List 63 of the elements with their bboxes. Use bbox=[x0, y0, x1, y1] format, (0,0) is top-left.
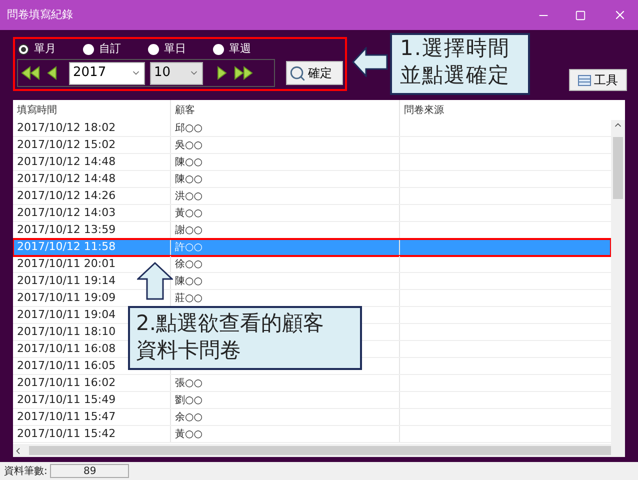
table-cell: 許○○ bbox=[171, 239, 400, 256]
record-count-label: 資料筆數: bbox=[4, 464, 48, 478]
table-cell: 劉○○ bbox=[171, 392, 400, 408]
table-cell: 陳○○ bbox=[171, 171, 400, 187]
table-cell: 陳○○ bbox=[171, 154, 400, 170]
table-cell: 2017/10/12 18:02 bbox=[13, 120, 171, 136]
double-right-arrow-icon[interactable] bbox=[234, 65, 254, 81]
table-row[interactable]: 2017/10/12 14:26 洪○○ bbox=[13, 188, 611, 205]
left-arrow-callout-icon bbox=[352, 47, 388, 77]
maximize-icon[interactable] bbox=[575, 10, 586, 20]
left-arrow-icon[interactable] bbox=[46, 65, 58, 81]
period-radio[interactable]: 單日 bbox=[148, 40, 213, 58]
table-cell: 吳○○ bbox=[171, 137, 400, 153]
table-row[interactable]: 2017/10/12 14:03 黃○○ bbox=[13, 205, 611, 222]
period-radio[interactable]: 自訂 bbox=[83, 40, 148, 58]
scrollbar-thumb[interactable] bbox=[613, 137, 623, 199]
list-icon bbox=[578, 74, 591, 86]
up-arrow-callout-icon bbox=[137, 262, 173, 300]
table-cell: 2017/10/12 14:48 bbox=[13, 171, 171, 187]
table-row[interactable]: 2017/10/12 14:48 陳○○ bbox=[13, 171, 611, 188]
table-row[interactable]: 2017/10/11 15:49 劉○○ bbox=[13, 392, 611, 409]
table-cell: 2017/10/12 11:58 bbox=[13, 239, 171, 256]
table-row[interactable]: 2017/10/12 18:02 邱○○ bbox=[13, 120, 611, 137]
table-row[interactable]: 2017/10/11 15:42 黃○○ bbox=[13, 426, 611, 443]
scrollbar-thumb[interactable] bbox=[29, 446, 611, 455]
period-radio[interactable]: 單月 bbox=[18, 40, 83, 58]
magnifier-icon bbox=[288, 64, 306, 82]
double-left-arrow-icon[interactable] bbox=[21, 65, 41, 81]
window-title: 問卷填寫紀錄 bbox=[7, 6, 74, 23]
table-row[interactable]: 2017/10/11 15:47 余○○ bbox=[13, 409, 611, 426]
column-header[interactable]: 問卷來源 bbox=[400, 100, 611, 120]
month-dropdown[interactable]: 10 bbox=[150, 62, 203, 84]
column-header[interactable]: 填寫時間 bbox=[13, 100, 171, 120]
table-cell: 黃○○ bbox=[171, 205, 400, 221]
period-radio[interactable]: 單週 bbox=[213, 40, 278, 58]
table-cell: 張○○ bbox=[171, 375, 400, 391]
table-row[interactable]: 2017/10/12 15:02 吳○○ bbox=[13, 137, 611, 154]
confirm-button[interactable]: 確定 bbox=[286, 61, 343, 85]
horizontal-scrollbar[interactable] bbox=[13, 444, 625, 457]
tools-button[interactable]: 工具 bbox=[569, 69, 627, 91]
year-dropdown[interactable]: 2017 bbox=[69, 62, 145, 84]
table-cell: 2017/10/12 14:03 bbox=[13, 205, 171, 221]
right-arrow-icon[interactable] bbox=[216, 65, 228, 81]
table-row[interactable]: 2017/10/11 16:02 張○○ bbox=[13, 375, 611, 392]
table-cell: 2017/10/12 14:26 bbox=[13, 188, 171, 204]
table-cell: 邱○○ bbox=[171, 120, 400, 136]
table-row[interactable]: 2017/10/12 14:48 陳○○ bbox=[13, 154, 611, 171]
table-cell: 2017/10/11 15:47 bbox=[13, 409, 171, 425]
table-cell: 2017/10/11 15:49 bbox=[13, 392, 171, 408]
table-cell: 黃○○ bbox=[171, 426, 400, 442]
column-header[interactable]: 顧客 bbox=[171, 100, 400, 120]
callout-text: 1.選擇時間 bbox=[400, 35, 512, 62]
table-cell: 2017/10/12 14:48 bbox=[13, 154, 171, 170]
table-cell: 洪○○ bbox=[171, 188, 400, 204]
table-cell: 2017/10/12 15:02 bbox=[13, 137, 171, 153]
table-cell: 2017/10/11 16:02 bbox=[13, 375, 171, 391]
vertical-scrollbar[interactable] bbox=[611, 120, 625, 444]
table-cell: 徐○○ bbox=[171, 256, 400, 272]
close-icon[interactable] bbox=[613, 8, 627, 22]
callout-text: 並點選確定 bbox=[400, 62, 511, 89]
record-count-field: 89 bbox=[50, 464, 130, 478]
table-cell: 2017/10/11 15:42 bbox=[13, 426, 171, 442]
table-cell: 余○○ bbox=[171, 409, 400, 425]
